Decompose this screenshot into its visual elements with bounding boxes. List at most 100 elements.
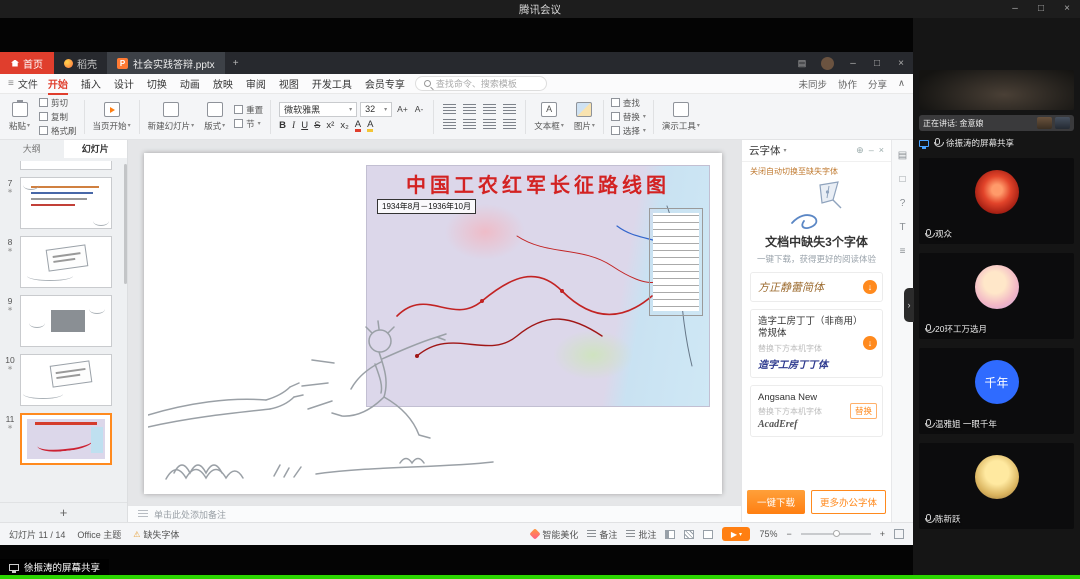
justify-icon[interactable] bbox=[503, 104, 516, 114]
panel-close-icon[interactable]: × bbox=[879, 145, 884, 156]
slide-thumbnail-9[interactable] bbox=[20, 295, 112, 347]
screen-share-row[interactable]: 徐振涛的屏幕共享 bbox=[919, 137, 1074, 149]
slide-thumbnail-10[interactable] bbox=[20, 354, 112, 406]
copy-button[interactable]: 复制 bbox=[39, 111, 77, 123]
section-button[interactable]: 节▾ bbox=[234, 118, 263, 130]
menu-tab-start[interactable]: 开始 bbox=[48, 76, 68, 91]
comments-button[interactable]: 批注 bbox=[626, 528, 656, 541]
italic-button[interactable]: I bbox=[292, 121, 295, 131]
missing-fonts-status[interactable]: ⚠ 缺失字体 bbox=[133, 528, 179, 541]
account-avatar[interactable] bbox=[821, 57, 834, 70]
menu-tab-animation[interactable]: 动画 bbox=[180, 76, 200, 91]
reset-button[interactable]: 重置 bbox=[234, 104, 263, 116]
slide-sorter-view-button[interactable] bbox=[684, 530, 694, 539]
sidebar-collapse-handle[interactable]: › bbox=[904, 288, 914, 322]
notes-button[interactable]: 备注 bbox=[587, 528, 617, 541]
zoom-level[interactable]: 75% bbox=[759, 529, 777, 539]
participant-tile[interactable]: 观众 bbox=[919, 158, 1074, 244]
close-button[interactable]: × bbox=[1054, 0, 1080, 18]
find-button[interactable]: 查找 bbox=[611, 97, 646, 109]
align-right-icon[interactable] bbox=[483, 104, 496, 114]
menu-tab-review[interactable]: 审阅 bbox=[246, 76, 266, 91]
theme-name[interactable]: Office 主题 bbox=[77, 528, 121, 541]
chevron-down-icon[interactable]: ▾ bbox=[784, 147, 787, 154]
new-tab-button[interactable]: + bbox=[225, 52, 247, 74]
slide-thumbnail-7[interactable] bbox=[20, 177, 112, 229]
beautify-button[interactable]: 智能美化 bbox=[531, 528, 578, 541]
pin-icon[interactable]: ⊕ bbox=[856, 145, 864, 156]
current-slide[interactable]: 中国工农红军长征路线图 1934年8月－1936年10月 bbox=[144, 153, 722, 494]
decrease-font-button[interactable]: A- bbox=[413, 104, 426, 114]
add-slide-button[interactable]: + bbox=[0, 502, 127, 522]
participant-tile[interactable]: 陈新跃 bbox=[919, 443, 1074, 529]
auto-switch-link[interactable]: 关闭自动切换至缺失字体 bbox=[742, 162, 891, 177]
tab-slides[interactable]: 幻灯片 bbox=[64, 140, 128, 158]
tab-outline[interactable]: 大纲 bbox=[0, 140, 64, 158]
line-spacing-icon[interactable] bbox=[503, 119, 516, 129]
menu-tab-insert[interactable]: 插入 bbox=[81, 76, 101, 91]
layout-button[interactable]: 版式▾ bbox=[199, 102, 230, 132]
help-icon[interactable]: ? bbox=[900, 198, 906, 209]
slide-thumbnail-11-selected[interactable] bbox=[20, 413, 112, 465]
more-fonts-button[interactable]: 更多办公字体 bbox=[811, 490, 886, 514]
speaker-video-tile[interactable] bbox=[919, 70, 1074, 110]
zoom-slider-thumb[interactable] bbox=[833, 530, 840, 537]
menu-tab-slideshow[interactable]: 放映 bbox=[213, 76, 233, 91]
share-button[interactable]: 分享 bbox=[868, 77, 887, 91]
zoom-out-button[interactable]: − bbox=[786, 529, 791, 539]
numbering-icon[interactable] bbox=[463, 119, 476, 129]
workspace-icon[interactable]: ▤ bbox=[790, 58, 814, 69]
text-box-button[interactable]: 文本框▾ bbox=[529, 102, 569, 132]
download-font-icon[interactable]: ↓ bbox=[863, 336, 877, 350]
slide-canvas[interactable]: 中国工农红军长征路线图 1934年8月－1936年10月 bbox=[128, 140, 741, 505]
maximize-button[interactable]: □ bbox=[1028, 0, 1054, 18]
download-font-icon[interactable]: ↓ bbox=[863, 280, 877, 294]
mini-video-thumb[interactable] bbox=[1037, 117, 1052, 129]
font-size-select[interactable]: 32▾ bbox=[360, 102, 392, 117]
wps-maximize-button[interactable]: □ bbox=[865, 58, 889, 69]
notes-area[interactable]: 单击此处添加备注 bbox=[128, 505, 741, 522]
align-center-icon[interactable] bbox=[463, 104, 476, 114]
text-tool-icon[interactable]: T bbox=[899, 222, 905, 233]
sync-status[interactable]: 未同步 bbox=[798, 77, 827, 91]
tab-docer[interactable]: 稻壳 bbox=[54, 52, 107, 74]
panel-minimize-icon[interactable]: – bbox=[869, 145, 874, 156]
menu-tab-devtools[interactable]: 开发工具 bbox=[312, 76, 352, 91]
slide-thumbnail-partial[interactable] bbox=[20, 161, 112, 170]
menu-tab-transition[interactable]: 切换 bbox=[147, 76, 167, 91]
font-card[interactable]: 造字工房丁丁（非商用）常规体 替换下方本机字体 造字工房丁丁体 ↓ bbox=[750, 309, 883, 378]
align-left-icon[interactable] bbox=[443, 104, 456, 114]
format-painter-button[interactable]: 格式刷 bbox=[39, 125, 77, 137]
collab-button[interactable]: 协作 bbox=[838, 77, 857, 91]
slide-thumbnail-8[interactable] bbox=[20, 236, 112, 288]
participant-tile[interactable]: 20环工万选月 bbox=[919, 253, 1074, 339]
highlight-color-button[interactable]: A bbox=[367, 120, 373, 132]
present-tools-button[interactable]: 演示工具▾ bbox=[657, 102, 705, 132]
bold-button[interactable]: B bbox=[279, 120, 286, 131]
font-card[interactable]: Angsana New 替换下方本机字体 AcadEref 替换 bbox=[750, 385, 883, 437]
minimize-button[interactable]: – bbox=[1002, 0, 1028, 18]
menu-tab-design[interactable]: 设计 bbox=[114, 76, 134, 91]
insert-image-button[interactable]: 图片▾ bbox=[569, 102, 600, 132]
wps-close-button[interactable]: × bbox=[889, 58, 913, 69]
underline-button[interactable]: U bbox=[301, 120, 308, 131]
reading-view-button[interactable] bbox=[703, 530, 713, 539]
shape-icon[interactable]: □ bbox=[899, 174, 905, 185]
menu-tab-member[interactable]: 会员专享 bbox=[365, 76, 405, 91]
strikethrough-button[interactable]: S bbox=[314, 120, 320, 131]
cut-button[interactable]: 剪切 bbox=[39, 97, 77, 109]
mini-video-thumb[interactable] bbox=[1055, 117, 1070, 129]
font-card[interactable]: 方正静蕾简体 ↓ bbox=[750, 272, 883, 302]
participant-tile[interactable]: 千年 温雅姐 一眼千年 bbox=[919, 348, 1074, 434]
play-from-current-button[interactable]: 当页开始▾ bbox=[88, 102, 136, 132]
font-color-button[interactable]: A bbox=[355, 120, 361, 132]
subscript-button[interactable]: x₂ bbox=[340, 120, 348, 131]
slideshow-button[interactable]: ▶▾ bbox=[722, 527, 750, 541]
replace-font-button[interactable]: 替换 bbox=[850, 403, 877, 419]
indent-icon[interactable] bbox=[483, 119, 496, 129]
font-name-select[interactable]: 微软雅黑▾ bbox=[279, 102, 357, 117]
zoom-slider[interactable] bbox=[801, 533, 871, 535]
ribbon-collapse-icon[interactable]: ∧ bbox=[898, 78, 905, 89]
paste-button[interactable]: 粘贴▾ bbox=[4, 102, 35, 132]
tab-document[interactable]: P 社会实践答辩.pptx bbox=[107, 52, 225, 74]
